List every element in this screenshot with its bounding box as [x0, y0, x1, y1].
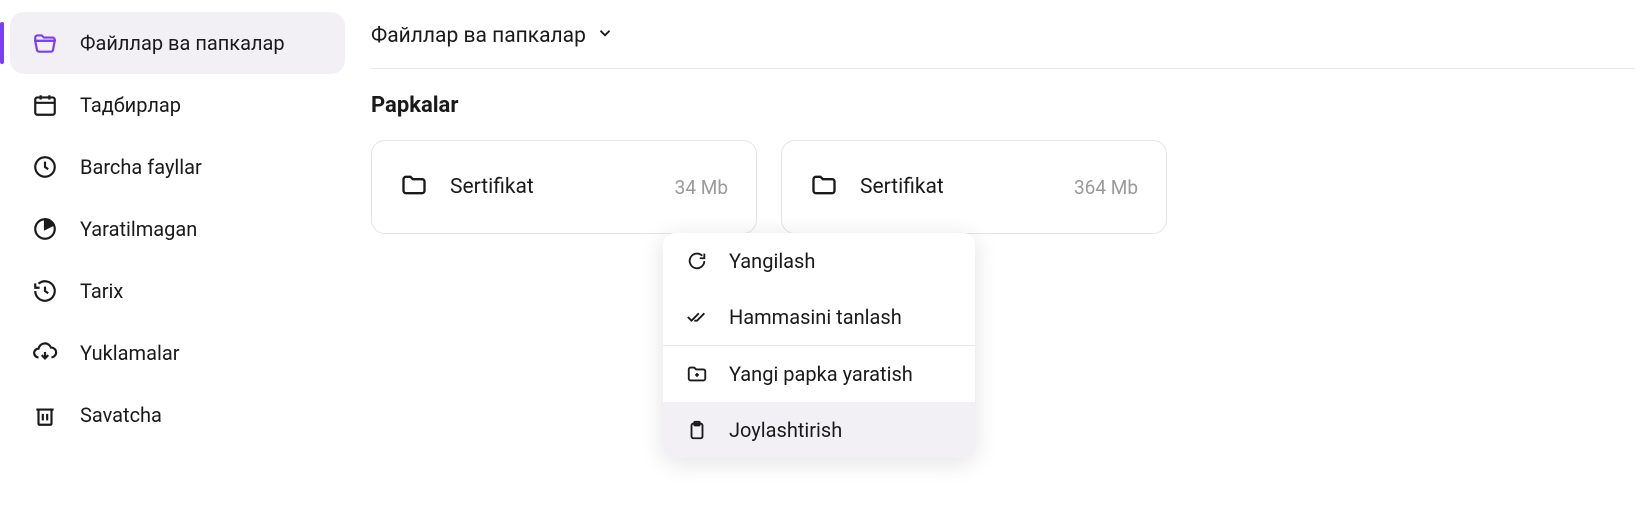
- sidebar: Файллар ва папкалар Тадбирлар Barcha fay…: [0, 0, 355, 526]
- context-menu-select-all[interactable]: Hammasini tanlash: [663, 289, 975, 345]
- breadcrumb-title: Файллар ва папкалар: [371, 24, 586, 48]
- folder-plus-icon: [685, 362, 709, 386]
- context-menu-label: Yangilash: [729, 249, 815, 273]
- check-all-icon: [685, 305, 709, 329]
- folder-size: 364 Mb: [1074, 176, 1138, 199]
- calendar-icon: [32, 92, 58, 118]
- sidebar-item-not-created[interactable]: Yaratilmagan: [0, 198, 355, 260]
- folder-icon: [400, 171, 428, 203]
- folder-name: Sertifikat: [450, 175, 675, 199]
- breadcrumb[interactable]: Файллар ва папкалар: [371, 24, 614, 68]
- clock-icon: [32, 154, 58, 180]
- pie-icon: [32, 216, 58, 242]
- folder-size: 34 Mb: [675, 176, 728, 199]
- folder-grid: Sertifikat 34 Mb Sertifikat 364 Mb: [371, 140, 1635, 234]
- clipboard-icon: [685, 418, 709, 442]
- section-title: Papkalar: [371, 93, 1635, 118]
- folder-card[interactable]: Sertifikat 34 Mb: [371, 140, 757, 234]
- context-menu-paste[interactable]: Joylashtirish: [663, 402, 975, 458]
- sidebar-item-history[interactable]: Tarix: [0, 260, 355, 322]
- context-menu-label: Yangi papka yaratish: [729, 362, 913, 386]
- context-menu-label: Hammasini tanlash: [729, 305, 902, 329]
- sidebar-item-files-folders[interactable]: Файллар ва папкалар: [10, 12, 345, 74]
- sidebar-item-events[interactable]: Тадбирлар: [0, 74, 355, 136]
- context-menu-label: Joylashtirish: [729, 418, 842, 442]
- trash-icon: [32, 402, 58, 428]
- folder-open-icon: [32, 30, 58, 56]
- folder-icon: [810, 171, 838, 203]
- folder-name: Sertifikat: [860, 175, 1074, 199]
- sidebar-item-trash[interactable]: Savatcha: [0, 384, 355, 446]
- context-menu: Yangilash Hammasini tanlash Yangi papka …: [663, 233, 975, 458]
- sidebar-item-all-files[interactable]: Barcha fayllar: [0, 136, 355, 198]
- refresh-icon: [685, 249, 709, 273]
- chevron-down-icon: [596, 24, 614, 48]
- sidebar-item-label: Tarix: [80, 278, 123, 304]
- sidebar-item-label: Savatcha: [80, 402, 162, 428]
- sidebar-item-label: Yuklamalar: [80, 340, 179, 366]
- sidebar-item-label: Файллар ва папкалар: [80, 30, 285, 56]
- context-menu-refresh[interactable]: Yangilash: [663, 233, 975, 289]
- sidebar-item-label: Yaratilmagan: [80, 216, 197, 242]
- folder-card[interactable]: Sertifikat 364 Mb: [781, 140, 1167, 234]
- sidebar-item-label: Тадбирлар: [80, 92, 181, 118]
- sidebar-item-label: Barcha fayllar: [80, 154, 202, 180]
- cloud-download-icon: [32, 340, 58, 366]
- history-icon: [32, 278, 58, 304]
- sidebar-item-downloads[interactable]: Yuklamalar: [0, 322, 355, 384]
- main-content: Файллар ва папкалар Papkalar Sertifikat …: [355, 0, 1651, 526]
- context-menu-new-folder[interactable]: Yangi papka yaratish: [663, 346, 975, 402]
- divider: [371, 68, 1635, 69]
